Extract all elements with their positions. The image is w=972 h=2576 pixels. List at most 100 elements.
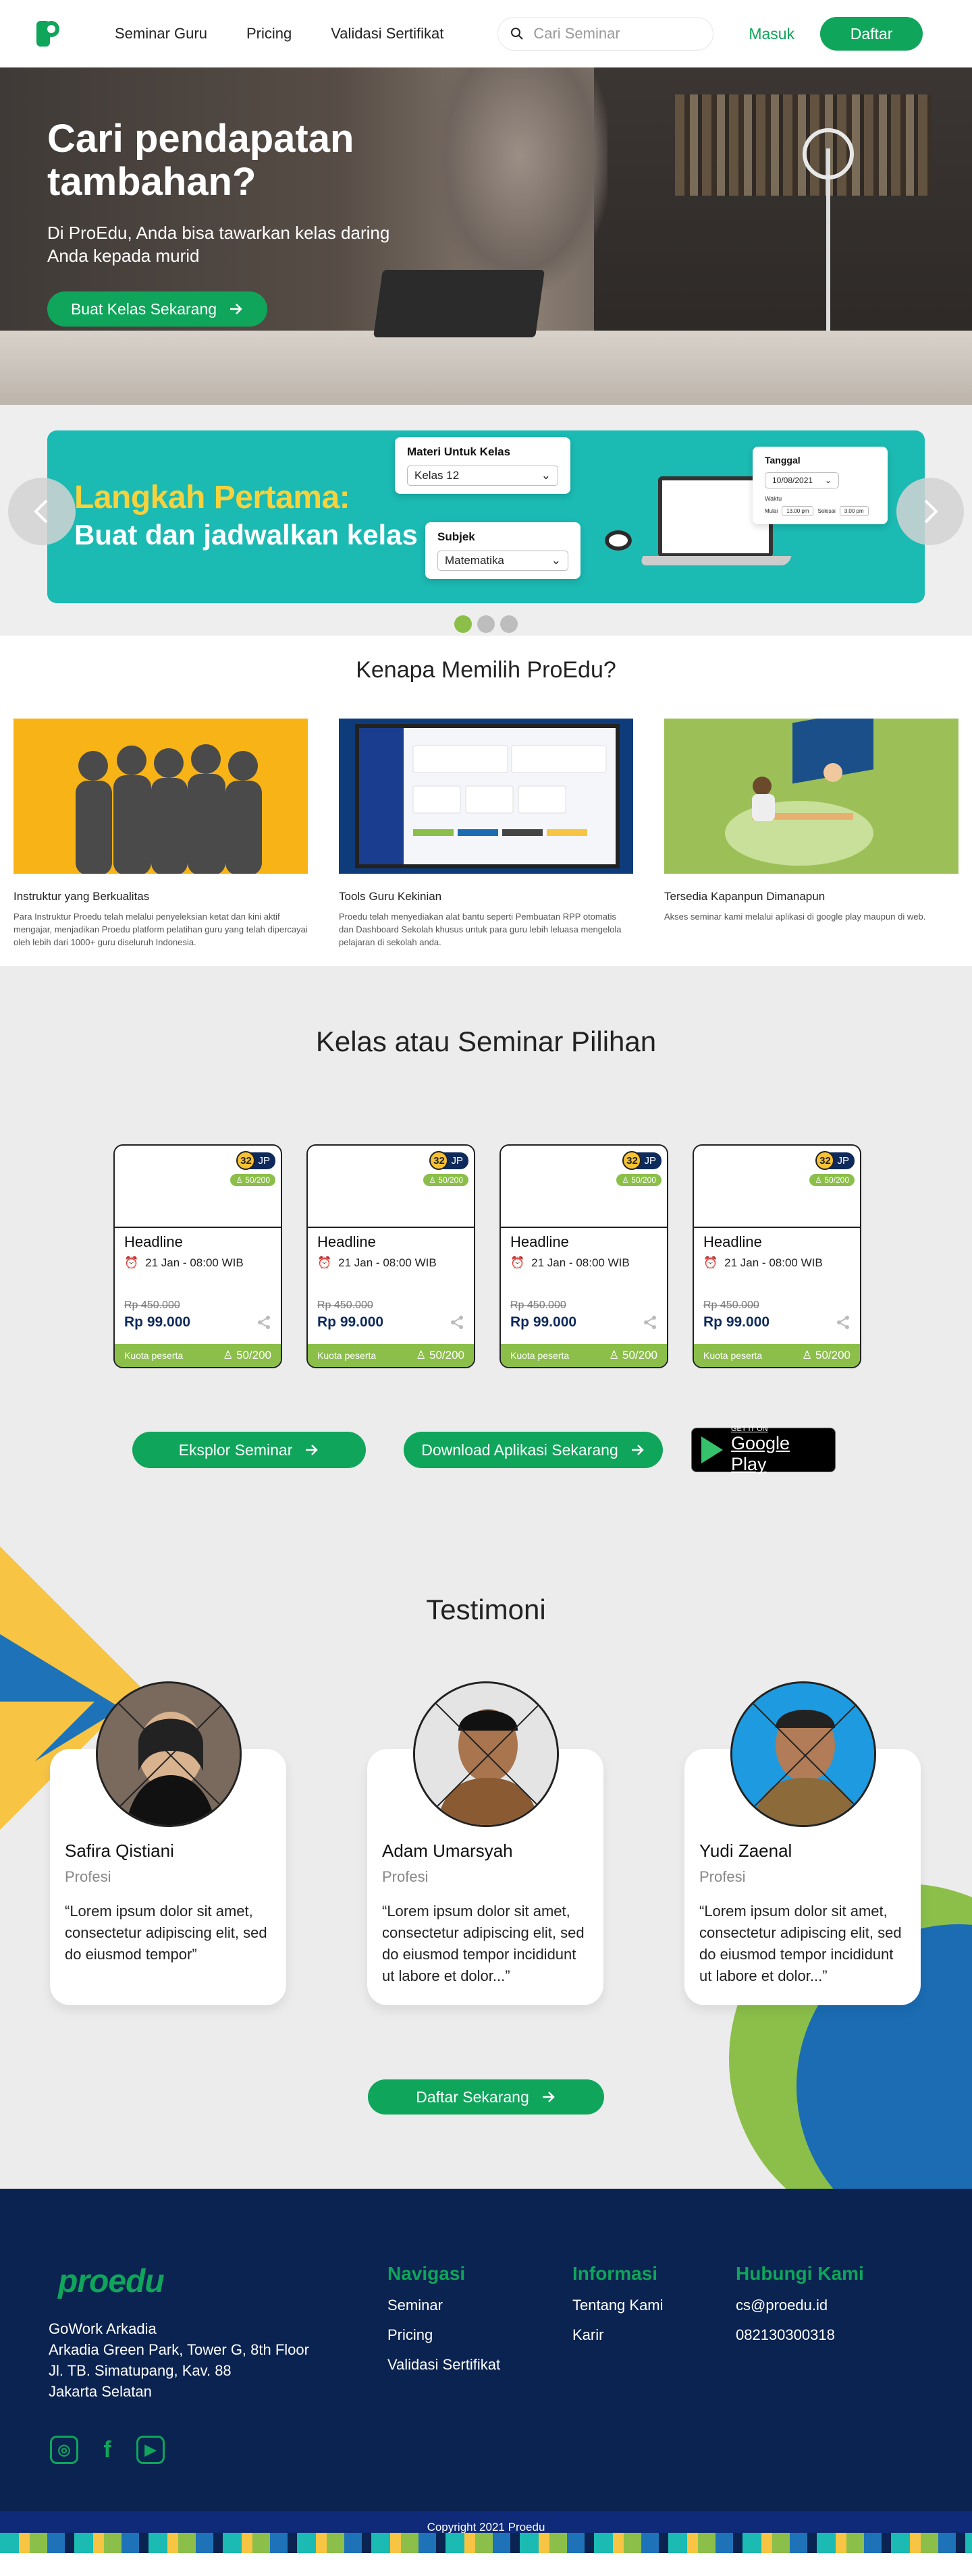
user-icon: ♙	[236, 1175, 246, 1185]
proedu-logo[interactable]	[34, 18, 62, 49]
explore-seminar-button[interactable]: Eksplor Seminar	[132, 1432, 366, 1468]
instagram-icon[interactable]: ◎	[50, 2436, 78, 2464]
register-now-label: Daftar Sekarang	[416, 2088, 529, 2106]
seminar-card-body: Headline ⏰ 21 Jan - 08:00 WIB Rp 450.000 Rp …	[115, 1228, 281, 1336]
footer-contact-column: Hubungi Kami cs@proedu.id 082130300318	[736, 2263, 864, 2344]
footer-link-pricing[interactable]: Pricing	[387, 2326, 500, 2344]
seminar-headline: Headline	[317, 1233, 376, 1250]
seminar-price: Rp 99.000	[703, 1314, 770, 1330]
address-line: Arkadia Green Park, Tower G, 8th Floor	[49, 2341, 309, 2358]
user-icon: ♙	[622, 1175, 632, 1185]
footer-email-link[interactable]: cs@proedu.id	[736, 2297, 864, 2314]
carousel-dot-3[interactable]	[500, 615, 518, 633]
share-icon[interactable]	[836, 1315, 850, 1330]
seminar-date-text: 21 Jan - 08:00 WIB	[338, 1256, 437, 1269]
instructors-illustration	[14, 719, 308, 874]
testimonial-heading: Testimoni	[426, 1594, 546, 1625]
seminar-card[interactable]: 32 JP ♙ 50/200 Headline ⏰ 21 Jan - 08:00 WIB R…	[306, 1144, 475, 1368]
why-heading: Kenapa Memilih ProEdu?	[356, 657, 616, 683]
facebook-icon[interactable]: f	[93, 2436, 122, 2464]
user-icon: ♙	[416, 1349, 429, 1362]
jp-badge: 32 JP	[622, 1151, 662, 1170]
mulai-label: Mulai	[765, 508, 778, 514]
seminar-date: ⏰ 21 Jan - 08:00 WIB	[703, 1256, 850, 1270]
download-app-button[interactable]: Download Aplikasi Sekarang	[404, 1432, 663, 1468]
download-app-label: Download Aplikasi Sekarang	[421, 1440, 618, 1459]
footer-link-tentang[interactable]: Tentang Kami	[572, 2297, 664, 2314]
feature-carousel: Langkah Pertama: Buat dan jadwalkan kela…	[0, 405, 972, 636]
footer-logo[interactable]: proedu	[58, 2263, 165, 2300]
carousel-dot-1[interactable]	[454, 615, 472, 633]
address-line: GoWork Arkadia	[49, 2320, 157, 2337]
class-cards: 32 JP ♙ 50/200 Headline ⏰ 21 Jan - 08:00 WIB R…	[113, 1144, 972, 1368]
google-play-badge[interactable]: GET IT ON Google Play	[691, 1425, 836, 1475]
footer-decor-stripe	[0, 2533, 972, 2553]
search-input[interactable]	[533, 25, 696, 43]
nav-link-pricing[interactable]: Pricing	[246, 25, 292, 43]
hero-title: Cari pendapatan tambahan?	[47, 117, 354, 204]
laptop-base-illustration	[639, 556, 792, 565]
hero-ring-light	[803, 128, 854, 179]
seminar-card[interactable]: 32 JP ♙ 50/200 Headline ⏰ 21 Jan - 08:00 WIB R…	[693, 1144, 861, 1368]
seminar-date: ⏰ 21 Jan - 08:00 WIB	[317, 1256, 464, 1270]
copyright-text: Copyright 2021 Proedu	[427, 2521, 545, 2533]
seminar-card[interactable]: 32 JP ♙ 50/200 Headline ⏰ 21 Jan - 08:00 WIB R…	[500, 1144, 668, 1368]
price-row: Rp 99.000	[317, 1314, 464, 1331]
create-class-button-label: Buat Kelas Sekarang	[70, 300, 217, 318]
quota-bar: Kuota peserta ♙ 50/200	[308, 1344, 474, 1367]
chevron-down-icon: ⌄	[551, 554, 561, 567]
materi-value: Kelas 12	[414, 469, 460, 482]
nav-links: Seminar Guru Pricing Validasi Sertifikat	[115, 25, 443, 43]
carousel-next-button[interactable]	[896, 478, 964, 545]
seminar-card[interactable]: 32 JP ♙ 50/200 Headline ⏰ 21 Jan - 08:00 WIB R…	[113, 1144, 282, 1368]
login-link[interactable]: Masuk	[749, 25, 794, 43]
avatar	[413, 1681, 559, 1827]
tanggal-label: Tanggal	[765, 455, 801, 466]
testimonial-card: Adam Umarsyah Profesi “Lorem ipsum dolor…	[367, 1681, 603, 2005]
nav-link-validasi-sertifikat[interactable]: Validasi Sertifikat	[331, 25, 443, 43]
seat-count: 50/200	[631, 1175, 656, 1185]
footer-phone-link[interactable]: 082130300318	[736, 2326, 864, 2344]
seminar-date: ⏰ 21 Jan - 08:00 WIB	[510, 1256, 657, 1270]
subjek-value: Matematika	[445, 554, 504, 567]
footer-link-karir[interactable]: Karir	[572, 2326, 664, 2344]
price-row: Rp 99.000	[510, 1314, 657, 1331]
register-now-button[interactable]: Daftar Sekarang	[368, 2079, 604, 2115]
youtube-icon[interactable]: ▶	[136, 2436, 165, 2464]
carousel-prev-button[interactable]	[8, 478, 76, 545]
testimonial-role: Profesi	[382, 1868, 429, 1885]
instructors-photo	[14, 719, 308, 874]
create-class-button[interactable]: Buat Kelas Sekarang	[47, 291, 267, 327]
footer-info-column: Informasi Tentang Kami Karir	[572, 2263, 664, 2344]
google-play-small-text: GET IT ON	[731, 1425, 768, 1433]
carousel-dot-2[interactable]	[477, 615, 495, 633]
chevron-down-icon: ⌄	[541, 469, 551, 482]
quota-value: ♙ 50/200	[802, 1349, 850, 1362]
classes-section: Kelas atau Seminar Pilihan 32 JP ♙ 50/200 H…	[0, 966, 972, 1546]
tanggal-card: Tanggal 10/08/2021 ⌄ Waktu Mulai 13.00 pm…	[753, 447, 888, 524]
footer-address: GoWork Arkadia Arkadia Green Park, Tower…	[49, 2318, 309, 2402]
share-icon[interactable]	[643, 1315, 657, 1330]
register-button[interactable]: Daftar	[820, 17, 923, 51]
dashboard-illustration	[339, 719, 633, 874]
price-row: Rp 99.000	[124, 1314, 271, 1331]
footer-link-seminar[interactable]: Seminar	[387, 2297, 500, 2314]
seminar-old-price: Rp 450.000	[317, 1299, 373, 1311]
quota-count: 50/200	[815, 1349, 850, 1362]
seminar-card-body: Headline ⏰ 21 Jan - 08:00 WIB Rp 450.000 Rp …	[694, 1228, 860, 1336]
avatar	[730, 1681, 876, 1827]
tools-dashboard-image	[339, 719, 633, 874]
seminar-headline: Headline	[703, 1233, 762, 1250]
online-learning-illustration	[664, 719, 959, 874]
footer-link-validasi[interactable]: Validasi Sertifikat	[387, 2356, 500, 2374]
seminar-thumbnail: 32 JP ♙ 50/200	[308, 1146, 474, 1228]
share-icon[interactable]	[256, 1315, 271, 1330]
google-play-text: GET IT ON Google Play	[731, 1425, 826, 1475]
nav-link-seminar-guru[interactable]: Seminar Guru	[115, 25, 207, 43]
slide-title: Langkah Pertama: Buat dan jadwalkan kela…	[74, 479, 418, 551]
seminar-price: Rp 99.000	[124, 1314, 191, 1330]
carousel-slide: Langkah Pertama: Buat dan jadwalkan kela…	[47, 430, 925, 603]
selesai-label: Selesai	[817, 508, 836, 514]
share-icon[interactable]	[450, 1315, 464, 1330]
seat-count: 50/200	[438, 1175, 463, 1185]
